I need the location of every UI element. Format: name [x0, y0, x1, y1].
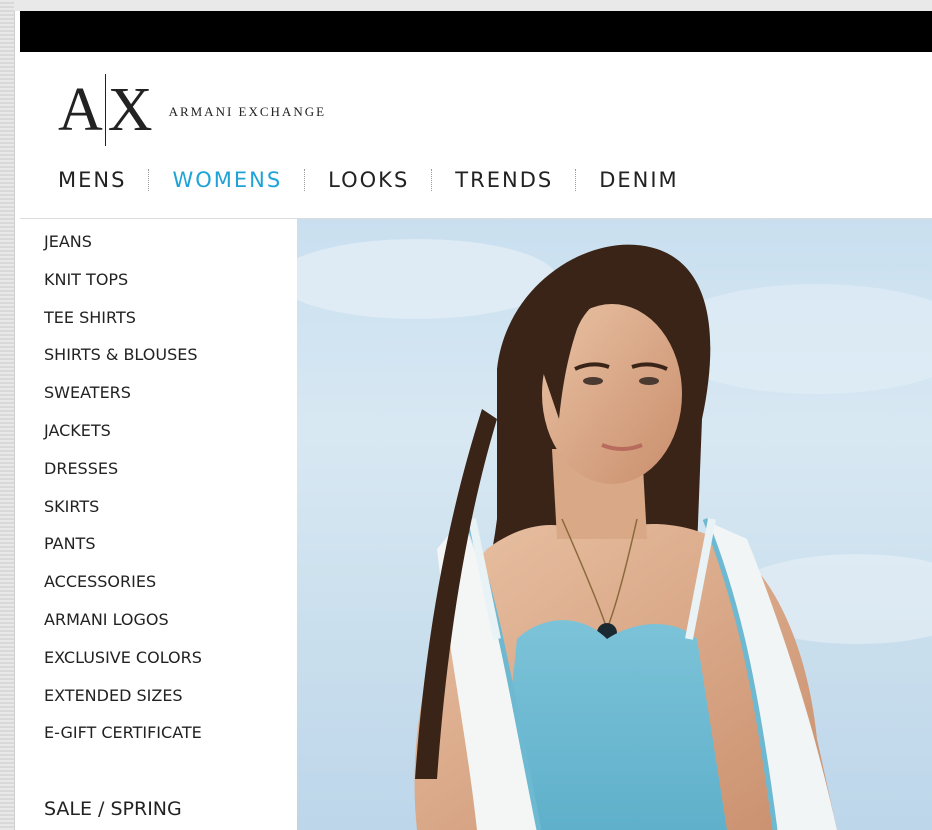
page-content: A X ARMANI EXCHANGE MENS WOMENS LOOKS TR…: [20, 52, 932, 830]
nav-trends[interactable]: TRENDS: [455, 168, 553, 192]
nav-separator: [304, 169, 306, 191]
sidebar-item-exclusive-colors[interactable]: EXCLUSIVE COLORS: [44, 648, 294, 686]
sidebar-item-knit-tops[interactable]: KNIT TOPS: [44, 270, 294, 308]
sidebar-item-skirts[interactable]: SKIRTS: [44, 497, 294, 535]
sidebar-item-armani-logos[interactable]: ARMANI LOGOS: [44, 610, 294, 648]
sidebar-item-pants[interactable]: PANTS: [44, 534, 294, 572]
brand-logo[interactable]: A X ARMANI EXCHANGE: [58, 72, 326, 147]
logo-letter-x: X: [107, 75, 153, 144]
logo-letter-a: A: [58, 75, 103, 144]
sidebar-item-extended-sizes[interactable]: EXTENDED SIZES: [44, 686, 294, 724]
sidebar-item-accessories[interactable]: ACCESSORIES: [44, 572, 294, 610]
hero-model-illustration: [297, 239, 932, 830]
nav-separator: [148, 169, 150, 191]
hero-image[interactable]: [297, 219, 932, 830]
sidebar-item-sweaters[interactable]: SWEATERS: [44, 383, 294, 421]
ax-logo-mark: A X: [58, 73, 153, 146]
browser-frame: A X ARMANI EXCHANGE MENS WOMENS LOOKS TR…: [0, 0, 932, 830]
main-nav: MENS WOMENS LOOKS TRENDS DENIM: [20, 160, 932, 200]
nav-denim[interactable]: DENIM: [599, 168, 678, 192]
nav-separator: [431, 169, 433, 191]
sidebar-item-dresses[interactable]: DRESSES: [44, 459, 294, 497]
nav-mens[interactable]: MENS: [58, 168, 126, 192]
sidebar-item-jackets[interactable]: JACKETS: [44, 421, 294, 459]
nav-womens[interactable]: WOMENS: [172, 168, 282, 192]
category-sidebar: JEANS KNIT TOPS TEE SHIRTS SHIRTS & BLOU…: [44, 232, 294, 820]
sidebar-item-shirts-blouses[interactable]: SHIRTS & BLOUSES: [44, 345, 294, 383]
sidebar-item-e-gift-certificate[interactable]: E-GIFT CERTIFICATE: [44, 723, 294, 761]
nav-separator: [575, 169, 577, 191]
top-edge-strip: [14, 0, 932, 11]
brand-wordmark: ARMANI EXCHANGE: [168, 103, 327, 119]
left-edge-stripe: [0, 0, 15, 830]
sidebar-item-jeans[interactable]: JEANS: [44, 232, 294, 270]
top-black-bar: [20, 11, 932, 52]
sidebar-item-sale-spring[interactable]: SALE / SPRING: [44, 798, 182, 820]
nav-looks[interactable]: LOOKS: [328, 168, 409, 192]
logo-divider: [104, 73, 106, 146]
sidebar-item-tee-shirts[interactable]: TEE SHIRTS: [44, 308, 294, 346]
